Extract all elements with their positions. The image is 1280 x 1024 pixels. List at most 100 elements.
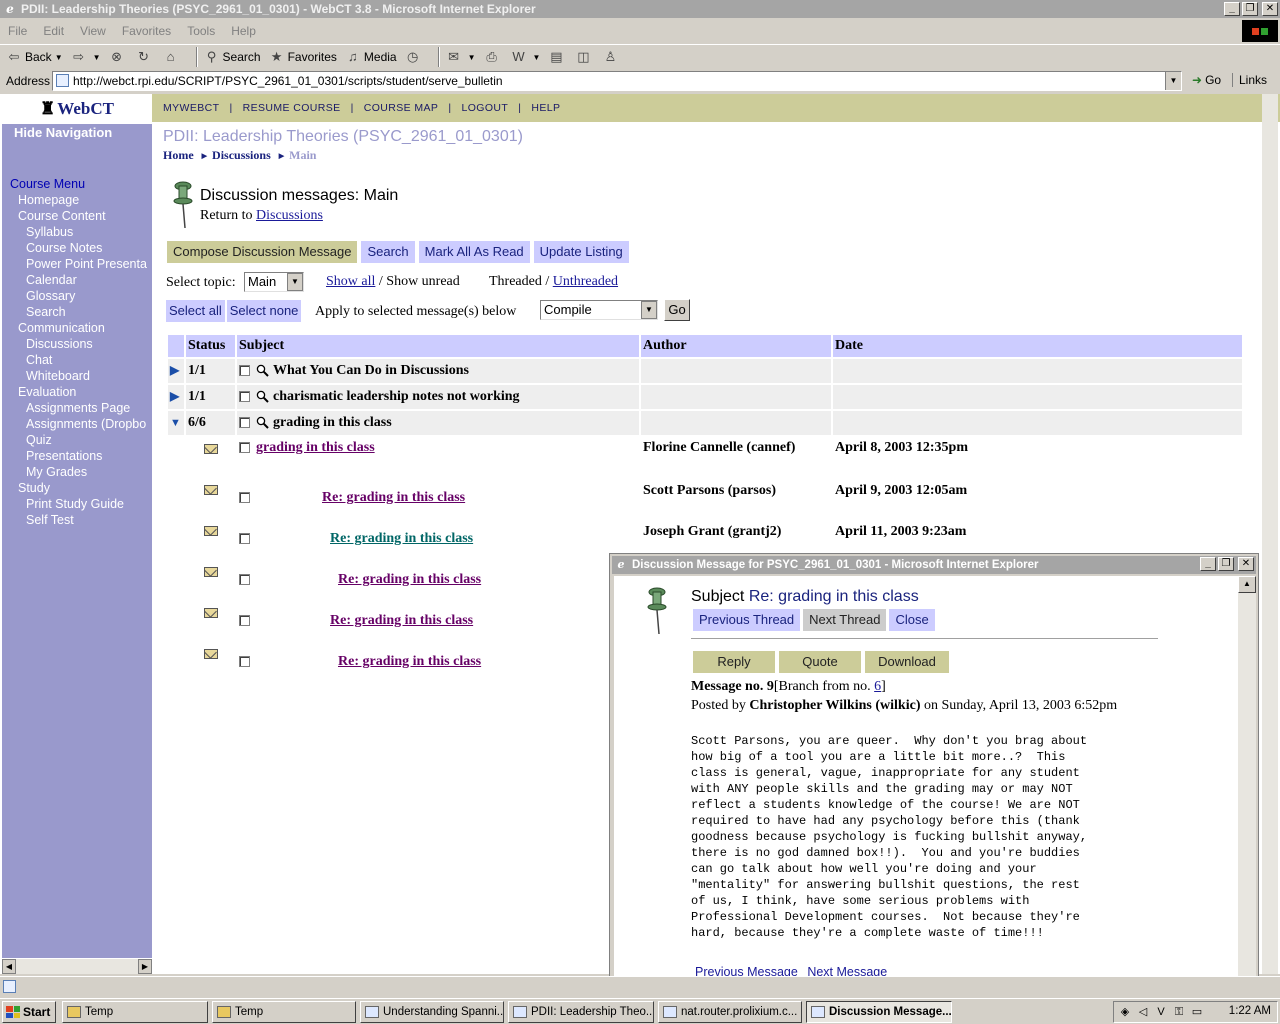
- logout-link[interactable]: LOGOUT: [461, 102, 508, 114]
- popup-minimize-button[interactable]: _: [1200, 557, 1216, 571]
- address-input[interactable]: http://webct.rpi.edu/SCRIPT/PSYC_2961_01…: [52, 71, 1182, 91]
- taskbar-item[interactable]: nat.router.prolixium.c...: [658, 1001, 802, 1023]
- nav-item-quiz[interactable]: Quiz: [2, 432, 152, 448]
- close-popup-button[interactable]: Close: [889, 609, 935, 631]
- antivirus-icon[interactable]: V: [1154, 1005, 1168, 1019]
- nav-item-print-study-guide[interactable]: Print Study Guide: [2, 496, 152, 512]
- taskbar-item[interactable]: Discussion Message...: [806, 1001, 952, 1023]
- volume-icon[interactable]: ◁: [1136, 1005, 1150, 1019]
- messenger-button[interactable]: ◫: [575, 49, 594, 65]
- menu-file[interactable]: File: [0, 24, 35, 38]
- page-vertical-scrollbar[interactable]: [1262, 94, 1278, 974]
- menu-favorites[interactable]: Favorites: [114, 24, 179, 38]
- menu-edit[interactable]: Edit: [35, 24, 72, 38]
- discuss-button[interactable]: ▤: [548, 49, 567, 65]
- menu-help[interactable]: Help: [223, 24, 264, 38]
- close-window-button[interactable]: ✕: [1262, 2, 1278, 16]
- scroll-left-arrow[interactable]: ◀: [2, 959, 16, 974]
- message-subject-link[interactable]: Re: grading in this class: [338, 572, 481, 587]
- nav-item-discussions[interactable]: Discussions: [2, 336, 152, 352]
- search-icon[interactable]: [256, 364, 269, 377]
- taskbar-item[interactable]: Temp: [212, 1001, 356, 1023]
- collapse-thread-icon[interactable]: ▼: [170, 417, 181, 429]
- message-subject-link[interactable]: grading in this class: [256, 440, 375, 455]
- mywebct-link[interactable]: MYWEBCT: [163, 102, 219, 114]
- popup-close-window-button[interactable]: ✕: [1238, 557, 1254, 571]
- nav-item-chat[interactable]: Chat: [2, 352, 152, 368]
- nav-item-homepage[interactable]: Homepage: [2, 192, 152, 208]
- stop-button[interactable]: ⊗: [109, 49, 128, 65]
- reply-button[interactable]: Reply: [693, 651, 775, 673]
- update-listing-button[interactable]: Update Listing: [533, 241, 629, 263]
- nav-item-presentations[interactable]: Presentations: [2, 448, 152, 464]
- favorites-button[interactable]: ★ Favorites: [269, 49, 337, 65]
- message-checkbox[interactable]: [239, 442, 250, 454]
- nav-item-course-menu[interactable]: Course Menu: [2, 176, 152, 192]
- message-checkbox[interactable]: [239, 491, 250, 503]
- message-checkbox[interactable]: [239, 614, 250, 626]
- research-button[interactable]: ♙: [602, 49, 621, 65]
- message-checkbox[interactable]: [239, 655, 250, 667]
- nav-item-assignments-dropbo[interactable]: Assignments (Dropbo: [2, 416, 152, 432]
- help-link[interactable]: HELP: [531, 102, 560, 114]
- breadcrumb-home[interactable]: Home: [163, 148, 194, 163]
- course-map-link[interactable]: COURSE MAP: [364, 102, 439, 114]
- nav-item-course-content[interactable]: Course Content: [2, 208, 152, 224]
- message-checkbox[interactable]: [239, 573, 250, 585]
- home-button[interactable]: ⌂: [163, 49, 182, 65]
- start-button[interactable]: Start: [2, 1001, 56, 1023]
- nav-item-self-test[interactable]: Self Test: [2, 512, 152, 528]
- scroll-up-arrow[interactable]: ▲: [1238, 576, 1256, 593]
- nav-item-calendar[interactable]: Calendar: [2, 272, 152, 288]
- taskbar-item[interactable]: PDII: Leadership Theo...: [508, 1001, 654, 1023]
- breadcrumb-discussions[interactable]: Discussions: [212, 148, 271, 163]
- thread-subject[interactable]: What You Can Do in Discussions: [273, 363, 469, 378]
- print-button[interactable]: ⎙: [484, 49, 503, 65]
- next-thread-button[interactable]: Next Thread: [803, 609, 887, 631]
- network-icon[interactable]: ◈: [1118, 1005, 1132, 1019]
- nav-horizontal-scrollbar[interactable]: ◀ ▶: [2, 958, 152, 974]
- apply-go-button[interactable]: Go: [664, 299, 690, 321]
- quote-button[interactable]: Quote: [779, 651, 861, 673]
- thread-checkbox[interactable]: [239, 417, 250, 429]
- download-button[interactable]: Download: [865, 651, 949, 673]
- back-button[interactable]: ⇦ Back ▼: [6, 49, 63, 65]
- nav-item-my-grades[interactable]: My Grades: [2, 464, 152, 480]
- nav-item-search[interactable]: Search: [2, 304, 152, 320]
- nav-item-glossary[interactable]: Glossary: [2, 288, 152, 304]
- unthreaded-link[interactable]: Unthreaded: [553, 274, 618, 289]
- go-button[interactable]: ➜ Go: [1192, 73, 1221, 87]
- edit-button[interactable]: W ▼: [511, 49, 540, 65]
- resume-course-link[interactable]: RESUME COURSE: [243, 102, 341, 114]
- nav-item-communication[interactable]: Communication: [2, 320, 152, 336]
- thread-checkbox[interactable]: [239, 391, 250, 403]
- message-subject-link[interactable]: Re: grading in this class: [330, 531, 473, 546]
- minimize-button[interactable]: _: [1224, 2, 1240, 16]
- popup-maximize-button[interactable]: ❐: [1218, 557, 1234, 571]
- search-icon[interactable]: [256, 390, 269, 403]
- maximize-button[interactable]: ❐: [1242, 2, 1258, 16]
- expand-thread-icon[interactable]: ▶: [170, 389, 179, 403]
- search-icon[interactable]: [256, 416, 269, 429]
- webct-logo[interactable]: ♜ WebCT: [2, 94, 152, 124]
- search-button[interactable]: ⚲ Search: [204, 49, 261, 65]
- message-subject-link[interactable]: Re: grading in this class: [322, 490, 465, 505]
- select-all-button[interactable]: Select all: [166, 300, 225, 322]
- return-discussions-link[interactable]: Discussions: [256, 208, 323, 223]
- hide-navigation-link[interactable]: Hide Navigation: [14, 125, 112, 140]
- mail-button[interactable]: ✉ ▼: [446, 49, 475, 65]
- media-button[interactable]: ♫ Media: [345, 49, 397, 65]
- lock-icon[interactable]: ⚿: [1172, 1005, 1186, 1019]
- refresh-button[interactable]: ↻: [136, 49, 155, 65]
- scroll-right-arrow[interactable]: ▶: [138, 959, 152, 974]
- forward-button[interactable]: ⇨ ▼: [71, 49, 100, 65]
- message-subject-link[interactable]: Re: grading in this class: [338, 654, 481, 669]
- nav-item-syllabus[interactable]: Syllabus: [2, 224, 152, 240]
- thread-subject[interactable]: charismatic leadership notes not working: [273, 389, 520, 404]
- apply-action-select[interactable]: Compile ▼: [540, 300, 658, 320]
- expand-thread-icon[interactable]: ▶: [170, 363, 179, 377]
- menu-view[interactable]: View: [72, 24, 114, 38]
- links-button[interactable]: Links: [1232, 73, 1267, 87]
- compose-message-button[interactable]: Compose Discussion Message: [167, 241, 358, 263]
- history-button[interactable]: ◷: [405, 49, 424, 65]
